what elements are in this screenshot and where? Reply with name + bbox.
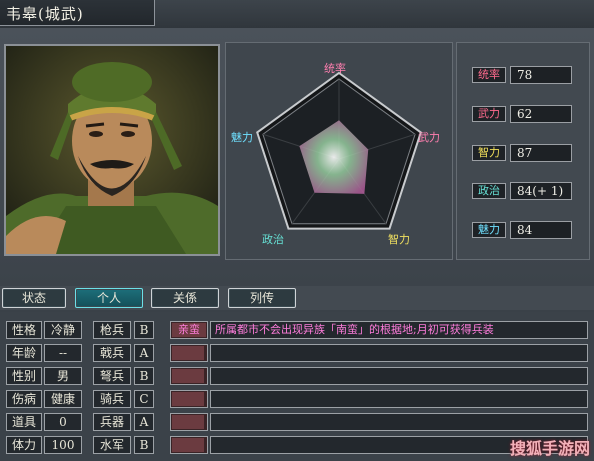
aptitude-label-siege: 兵器 [93, 413, 131, 431]
aptitude-grade-crossbow: B [134, 367, 154, 385]
skill-description [210, 390, 588, 408]
aptitude-grade-spear: B [134, 321, 154, 339]
aptitude-grade-siege: A [134, 413, 154, 431]
stat-value-tong: 78 [510, 66, 572, 84]
attr-value-items: 0 [44, 413, 82, 431]
portrait-image [6, 46, 218, 254]
stat-label-wu: 武力 [472, 106, 506, 122]
skill-description: 所属都市不会出现异族「南蛮」的根据地;月初可获得兵装 [210, 321, 588, 339]
radar-label-wu: 武力 [418, 131, 440, 144]
officer-name-title: 韦皋(城武) [6, 5, 84, 23]
watermark: 搜狐手游网 [509, 439, 590, 458]
skill-slot-3[interactable] [170, 390, 208, 408]
skill-slot-2[interactable] [170, 367, 208, 385]
officer-portrait [4, 44, 220, 256]
aptitude-grade-navy: B [134, 436, 154, 454]
aptitude-label-spear: 枪兵 [93, 321, 131, 339]
attr-label-items: 道具 [6, 413, 42, 431]
stat-label-zheng: 政治 [472, 183, 506, 199]
radar-label-zhi: 智力 [388, 233, 410, 246]
tab-biography[interactable]: 列传 [228, 288, 296, 308]
aptitude-label-crossbow: 弩兵 [93, 367, 131, 385]
skill-description [210, 344, 588, 362]
skill-description [210, 367, 588, 385]
aptitude-grade-cavalry: C [134, 390, 154, 408]
stat-value-wu: 62 [510, 105, 572, 123]
attr-label-gender: 性别 [6, 367, 42, 385]
stat-value-mei: 84 [510, 221, 572, 239]
skill-slot-1[interactable] [170, 344, 208, 362]
stat-value-zhi: 87 [510, 144, 572, 162]
stat-value-zheng: 84(+ 1) [510, 182, 572, 200]
attr-label-injury: 伤病 [6, 390, 42, 408]
radar-label-tong: 统率 [324, 62, 346, 75]
skill-slot-0[interactable]: 亲蛮 [170, 321, 208, 339]
radar-label-mei: 魅力 [231, 131, 253, 144]
skill-slot-4[interactable] [170, 413, 208, 431]
tab-status[interactable]: 状态 [2, 288, 66, 308]
tab-relations[interactable]: 关係 [151, 288, 219, 308]
aptitude-label-cavalry: 骑兵 [93, 390, 131, 408]
skill-slot-5[interactable] [170, 436, 208, 454]
skill-slot-fill [172, 346, 205, 360]
skill-slot-fill [172, 415, 205, 429]
aptitude-label-navy: 水军 [93, 436, 131, 454]
stat-label-zhi: 智力 [472, 145, 506, 161]
aptitude-grade-halberd: A [134, 344, 154, 362]
attr-value-age: -- [44, 344, 82, 362]
attr-value-stamina: 100 [44, 436, 82, 454]
skill-name: 亲蛮 [178, 323, 200, 336]
attr-label-personality: 性格 [6, 321, 42, 339]
tab-personal[interactable]: 个人 [75, 288, 143, 308]
skill-slot-fill [172, 369, 205, 383]
stat-label-mei: 魅力 [472, 222, 506, 238]
radar-label-zheng: 政治 [262, 233, 284, 246]
radar-chart-panel: 统率 武力 智力 政治 魅力 [225, 42, 453, 260]
attr-label-stamina: 体力 [6, 436, 42, 454]
skill-slot-fill [172, 392, 205, 406]
attr-value-gender: 男 [44, 367, 82, 385]
attr-label-age: 年龄 [6, 344, 42, 362]
skill-slot-fill [172, 438, 205, 452]
skill-description [210, 413, 588, 431]
stat-label-tong: 统率 [472, 67, 506, 83]
attr-value-injury: 健康 [44, 390, 82, 408]
attr-value-personality: 冷静 [44, 321, 82, 339]
title-box: 韦皋(城武) [0, 0, 155, 26]
aptitude-label-halberd: 戟兵 [93, 344, 131, 362]
